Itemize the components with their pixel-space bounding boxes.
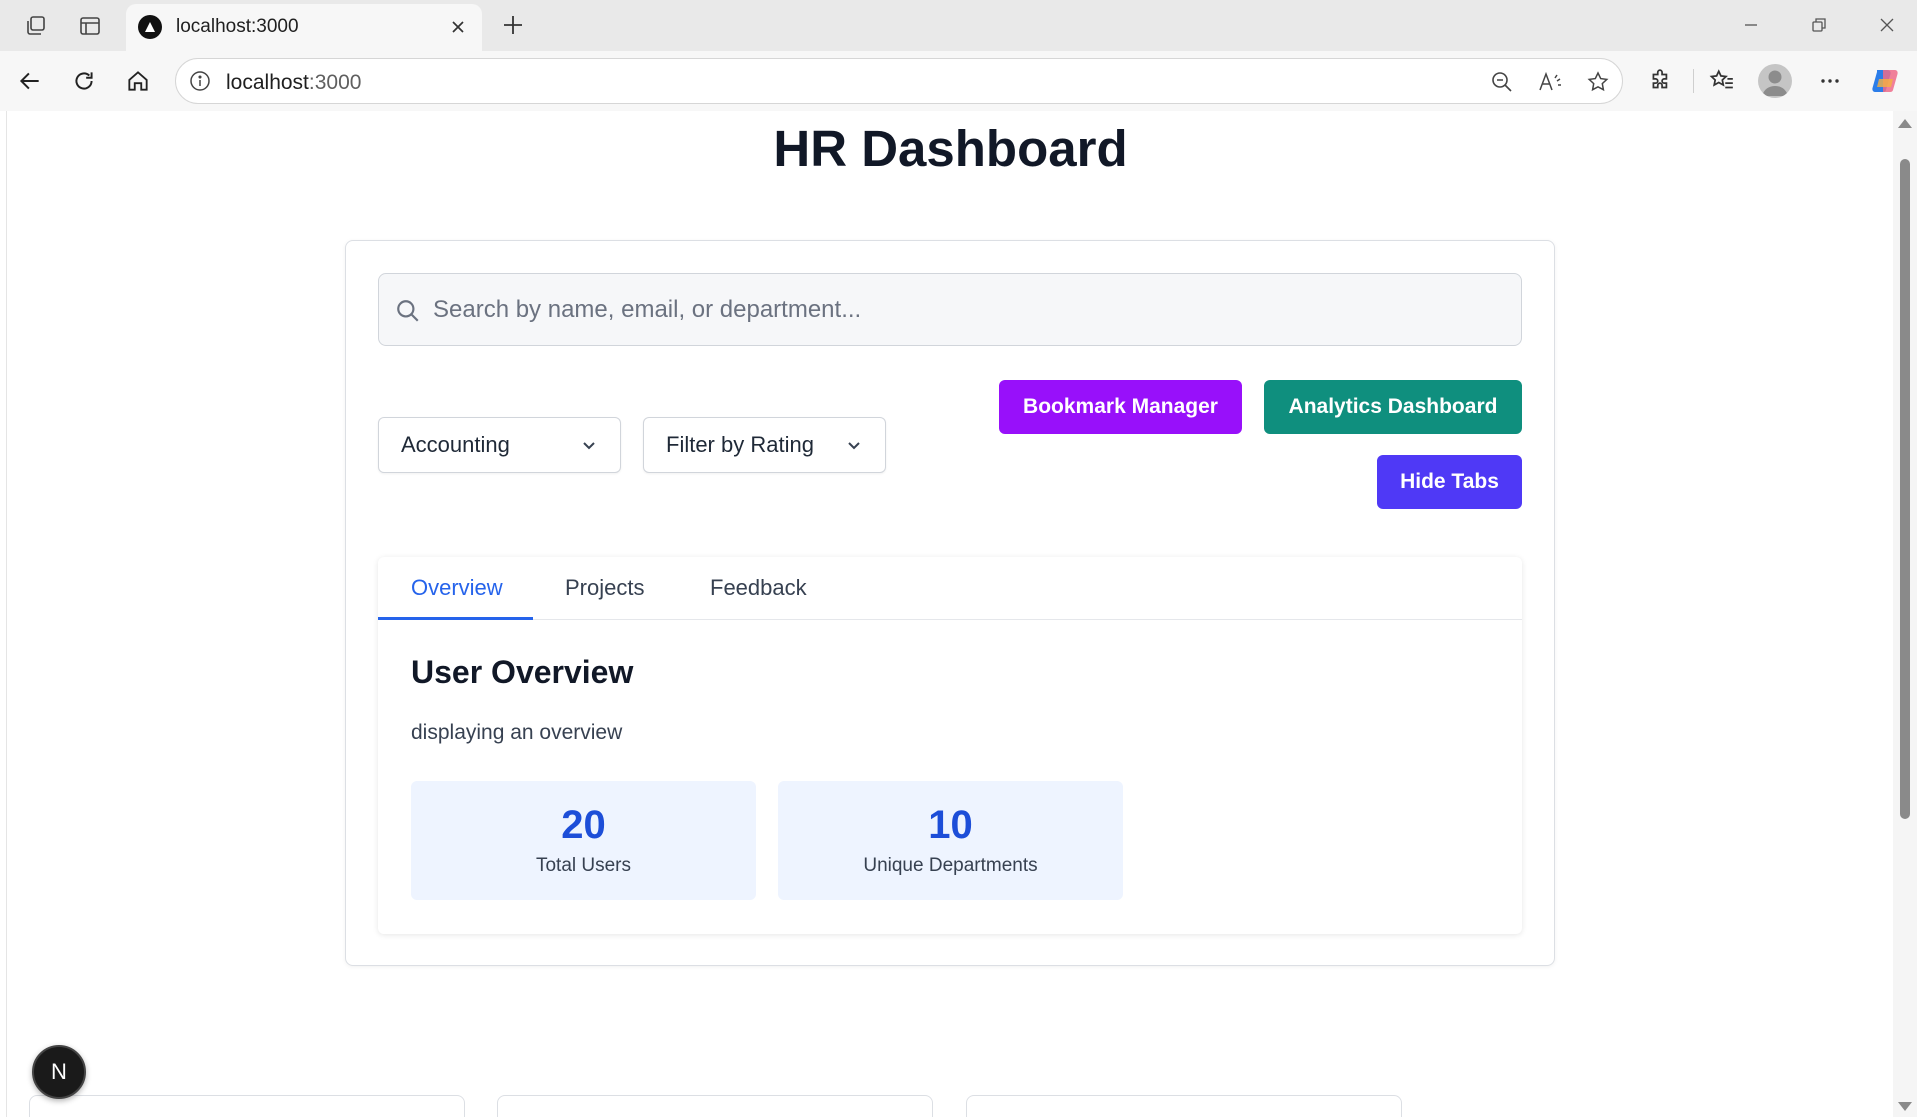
refresh-icon[interactable]: [66, 63, 102, 99]
new-tab-icon[interactable]: [496, 8, 530, 42]
bookmark-manager-button[interactable]: Bookmark Manager: [999, 380, 1242, 434]
toolbar-divider: [1693, 69, 1694, 93]
user-card[interactable]: [966, 1095, 1402, 1117]
workspaces-icon[interactable]: [20, 10, 52, 42]
tab-actions-icon[interactable]: [74, 10, 106, 42]
more-icon[interactable]: [1812, 63, 1848, 99]
department-select[interactable]: Accounting: [378, 417, 621, 473]
stat-value: 20: [561, 803, 606, 847]
address-bar[interactable]: localhost:3000: [175, 58, 1623, 104]
scroll-down-icon[interactable]: [1898, 1102, 1912, 1111]
zoom-out-icon[interactable]: [1487, 67, 1517, 97]
stat-label: Total Users: [535, 855, 632, 876]
scroll-up-icon[interactable]: [1898, 119, 1912, 128]
stat-label: Unique Departments: [863, 855, 1038, 876]
chevron-down-icon: [848, 442, 860, 450]
window-close-icon[interactable]: [1862, 8, 1912, 42]
overview-description: displaying an overview: [411, 721, 623, 744]
tab-overview[interactable]: Overview: [411, 575, 503, 601]
page-scrollbar[interactable]: [1893, 111, 1917, 1117]
close-icon[interactable]: [444, 13, 472, 41]
tab-list: Overview Projects Feedback: [378, 557, 1522, 620]
address-host: localhost: [226, 71, 309, 94]
home-icon[interactable]: [120, 63, 156, 99]
favorites-icon[interactable]: [1704, 63, 1740, 99]
nextjs-dev-badge[interactable]: N: [32, 1045, 86, 1099]
stat-total-users: 20 Total Users: [411, 781, 756, 900]
chevron-down-icon: [583, 442, 595, 450]
page-viewport: HR Dashboard Accounting Filter by Rating…: [6, 111, 1893, 1117]
copilot-icon[interactable]: [1867, 63, 1903, 99]
scroll-thumb[interactable]: [1900, 159, 1910, 819]
site-info-icon[interactable]: [186, 67, 214, 95]
stat-value: 10: [928, 803, 973, 847]
user-card[interactable]: [29, 1095, 465, 1117]
analytics-dashboard-button[interactable]: Analytics Dashboard: [1264, 380, 1522, 434]
extensions-icon[interactable]: [1643, 63, 1679, 99]
address-port: :3000: [308, 71, 362, 94]
stat-unique-departments: 10 Unique Departments: [778, 781, 1123, 900]
dashboard-card: Accounting Filter by Rating Bookmark Man…: [345, 240, 1555, 966]
restore-icon[interactable]: [1794, 8, 1844, 42]
department-select-value: Accounting: [401, 432, 510, 457]
tab-favicon-icon: [138, 15, 162, 39]
browser-tab[interactable]: localhost:3000: [126, 4, 482, 51]
tabs-panel: Overview Projects Feedback User Overview…: [378, 557, 1522, 934]
search-icon: [397, 300, 419, 322]
active-tab-indicator: [378, 617, 533, 620]
back-icon[interactable]: [12, 63, 48, 99]
tab-projects[interactable]: Projects: [565, 575, 644, 601]
tab-feedback[interactable]: Feedback: [710, 575, 807, 601]
page-title: HR Dashboard: [773, 120, 1128, 177]
favorite-star-icon[interactable]: [1583, 67, 1613, 97]
tab-title: localhost:3000: [176, 16, 299, 37]
search-box[interactable]: [378, 273, 1522, 346]
read-aloud-icon[interactable]: [1535, 67, 1565, 97]
rating-select-value: Filter by Rating: [666, 432, 814, 457]
hide-tabs-button[interactable]: Hide Tabs: [1377, 455, 1522, 509]
overview-title: User Overview: [411, 654, 634, 690]
rating-select[interactable]: Filter by Rating: [643, 417, 886, 473]
profile-avatar[interactable]: [1758, 64, 1792, 98]
browser-tab-bar: localhost:3000: [0, 0, 1917, 51]
user-card[interactable]: [497, 1095, 933, 1117]
search-input[interactable]: [433, 274, 1513, 345]
address-text[interactable]: localhost:3000: [226, 71, 361, 95]
minimize-icon[interactable]: [1726, 8, 1776, 42]
browser-toolbar: localhost:3000: [0, 51, 1917, 111]
